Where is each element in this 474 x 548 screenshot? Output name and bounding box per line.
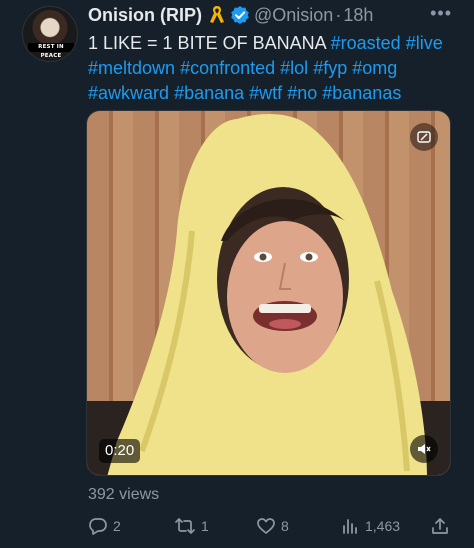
tweet-header: Onision (RIP) @Onision · 18h	[88, 4, 373, 26]
hashtag[interactable]: #roasted	[331, 33, 401, 53]
hashtag[interactable]: #bananas	[322, 83, 401, 103]
repost-button[interactable]: 1	[174, 515, 209, 537]
hashtag[interactable]: #lol	[280, 58, 308, 78]
verified-badge-icon	[230, 5, 250, 25]
video-frame	[87, 114, 450, 475]
share-button[interactable]	[430, 515, 450, 537]
tweet-body: 1 LIKE = 1 BITE OF BANANA	[88, 33, 331, 53]
timestamp[interactable]: 18h	[343, 4, 373, 26]
analytics-count: 1,463	[365, 518, 401, 534]
analytics-icon	[343, 519, 357, 534]
display-name[interactable]: Onision (RIP)	[88, 4, 202, 26]
hashtag[interactable]: #awkward	[88, 83, 169, 103]
hashtag[interactable]: #no	[287, 83, 317, 103]
like-button[interactable]: 8	[256, 515, 289, 537]
view-count: 392 views	[88, 486, 160, 503]
hashtag[interactable]: #meltdown	[88, 58, 175, 78]
analytics-button[interactable]: 1,463	[340, 515, 400, 537]
ribbon-icon	[208, 4, 226, 26]
reply-count: 2	[113, 518, 121, 534]
hashtag[interactable]: #live	[406, 33, 443, 53]
gif-toggle-icon[interactable]	[410, 123, 438, 151]
video-player[interactable]: 0:20	[86, 110, 451, 476]
hashtag[interactable]: #omg	[352, 58, 397, 78]
separator: ·	[335, 5, 342, 25]
heart-icon	[257, 518, 275, 534]
tweet-text: 1 LIKE = 1 BITE OF BANANA #roasted #live…	[88, 31, 460, 106]
avatar-caption: REST IN PEACE	[28, 43, 74, 59]
more-icon[interactable]: •••	[430, 4, 452, 22]
repost-icon	[175, 518, 195, 534]
hashtag[interactable]: #banana	[174, 83, 244, 103]
reply-button[interactable]: 2	[88, 515, 121, 537]
action-bar: 2 1 8 1,463	[86, 515, 456, 537]
avatar[interactable]: REST IN PEACE	[22, 6, 78, 62]
like-count: 8	[281, 518, 289, 534]
hashtag[interactable]: #fyp	[313, 58, 347, 78]
handle[interactable]: @Onision	[254, 4, 333, 26]
share-icon	[432, 518, 448, 534]
repost-count: 1	[201, 518, 209, 534]
hashtag[interactable]: #confronted	[180, 58, 275, 78]
tweet[interactable]: REST IN PEACE Onision (RIP) @Onision · 1…	[0, 0, 474, 548]
mute-icon[interactable]	[410, 435, 438, 463]
video-duration: 0:20	[99, 439, 141, 463]
hashtag[interactable]: #wtf	[249, 83, 282, 103]
reply-icon	[89, 518, 107, 535]
